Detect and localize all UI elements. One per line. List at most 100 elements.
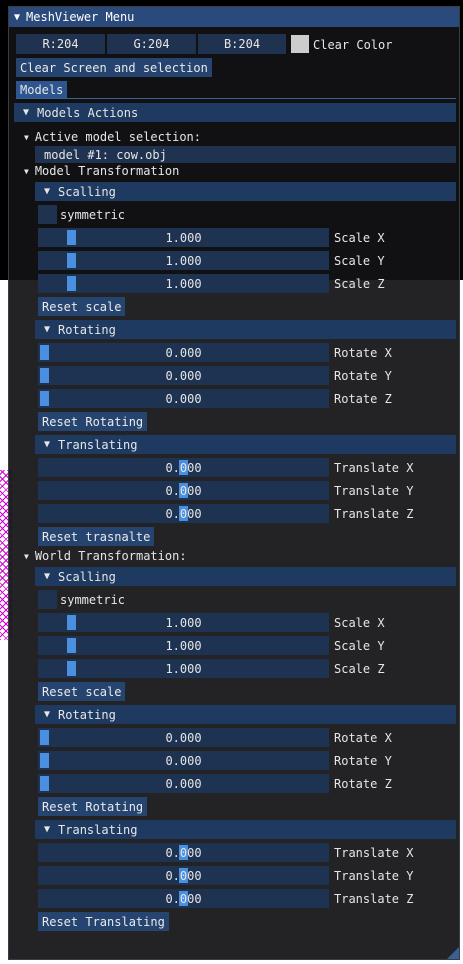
active-model-select[interactable]: model #1: cow.obj xyxy=(35,146,456,163)
model-translate-z-slider[interactable]: 0.000 xyxy=(38,504,329,523)
slider-value: 1.000 xyxy=(165,230,202,245)
world-translate-x-label: Translate X xyxy=(334,845,414,860)
clear-color-g-field[interactable]: G:204 xyxy=(107,34,196,54)
world-scale-y-slider[interactable]: 1.000 xyxy=(38,636,329,655)
slider-value: 0.000 xyxy=(165,391,202,406)
world-translate-x-slider[interactable]: 0.000 xyxy=(38,843,329,862)
collapse-triangle-icon[interactable]: ▼ xyxy=(44,439,50,450)
clear-color-label: Clear Color xyxy=(313,37,393,52)
slider-value: 1.000 xyxy=(165,661,202,676)
slider-value: 0.000 xyxy=(165,891,202,906)
model-scale-y-slider[interactable]: 1.000 xyxy=(38,251,329,270)
tab-separator xyxy=(16,98,456,99)
model-translate-y-slider[interactable]: 0.000 xyxy=(38,481,329,500)
model-translating-label: Translating xyxy=(58,437,138,452)
model-reset-scale-button[interactable]: Reset scale xyxy=(38,297,126,316)
world-reset-scale-button[interactable]: Reset scale xyxy=(38,682,126,701)
model-translate-z-label: Translate Z xyxy=(334,506,414,521)
clear-color-r-field[interactable]: R:204 xyxy=(16,34,105,54)
model-symmetric-checkbox[interactable] xyxy=(38,205,57,224)
model-rotate-y-slider[interactable]: 0.000 xyxy=(38,366,329,385)
models-actions-header[interactable]: ▼ Models Actions xyxy=(14,103,456,122)
world-translate-y-label: Translate Y xyxy=(334,868,414,883)
model-rotate-z-slider[interactable]: 0.000 xyxy=(38,389,329,408)
models-actions-label: Models Actions xyxy=(37,105,139,120)
model-rotating-header[interactable]: ▼ Rotating xyxy=(35,320,456,339)
window-titlebar[interactable]: ▼ MeshViewer Menu xyxy=(9,7,459,27)
collapse-triangle-icon[interactable]: ▼ xyxy=(14,12,20,23)
meshviewer-window: ▼ MeshViewer Menu R:204 G:204 B:204 Clea… xyxy=(8,6,460,960)
collapse-triangle-icon[interactable]: ▼ xyxy=(23,107,29,118)
model-rotate-z-label: Rotate Z xyxy=(334,391,392,406)
collapse-triangle-icon[interactable]: ▼ xyxy=(44,571,50,582)
collapse-triangle-icon[interactable]: ▼ xyxy=(44,324,50,335)
world-reset-rotating-button[interactable]: Reset Rotating xyxy=(38,797,148,816)
world-rotate-z-slider[interactable]: 0.000 xyxy=(38,774,329,793)
slider-value: 0.000 xyxy=(165,868,202,883)
model-reset-rotating-button[interactable]: Reset Rotating xyxy=(38,412,148,431)
tab-models[interactable]: Models xyxy=(16,81,68,98)
r-value: R:204 xyxy=(42,37,79,51)
clear-color-b-field[interactable]: B:204 xyxy=(198,34,286,54)
model-translate-x-slider[interactable]: 0.000 xyxy=(38,458,329,477)
world-scale-z-label: Scale Z xyxy=(334,661,385,676)
slider-value: 1.000 xyxy=(165,276,202,291)
slider-value: 0.000 xyxy=(165,753,202,768)
world-rotating-label: Rotating xyxy=(58,707,116,722)
collapse-triangle-icon[interactable]: ▼ xyxy=(44,709,50,720)
world-rotate-y-slider[interactable]: 0.000 xyxy=(38,751,329,770)
world-transformation-tree-node[interactable]: ▼ World Transformation: xyxy=(24,548,187,564)
collapse-triangle-icon[interactable]: ▼ xyxy=(24,552,29,561)
b-value: B:204 xyxy=(223,37,261,51)
active-model-label: Active model selection: xyxy=(34,130,201,144)
collapse-triangle-icon[interactable]: ▼ xyxy=(24,133,29,142)
clear-screen-button[interactable]: Clear Screen and selection xyxy=(16,58,212,77)
slider-value: 1.000 xyxy=(165,253,202,268)
model-scale-z-slider[interactable]: 1.000 xyxy=(38,274,329,293)
world-rotating-header[interactable]: ▼ Rotating xyxy=(35,705,456,724)
model-transformation-tree-node[interactable]: ▼ Model Transformation xyxy=(24,163,179,179)
model-translating-header[interactable]: ▼ Translating xyxy=(35,435,456,454)
world-translate-z-slider[interactable]: 0.000 xyxy=(38,889,329,908)
world-translating-label: Translating xyxy=(58,822,138,837)
collapse-triangle-icon[interactable]: ▼ xyxy=(44,824,50,835)
slider-value: 0.000 xyxy=(165,368,202,383)
slider-value: 0.000 xyxy=(165,460,202,475)
clear-color-swatch[interactable] xyxy=(291,35,309,53)
model-scale-x-slider[interactable]: 1.000 xyxy=(38,228,329,247)
world-scale-z-slider[interactable]: 1.000 xyxy=(38,659,329,678)
active-model-tree-node[interactable]: ▼ Active model selection: xyxy=(24,129,201,145)
world-reset-translating-button[interactable]: Reset Translating xyxy=(38,912,169,931)
world-scaling-label: Scalling xyxy=(58,569,116,584)
active-model-value: model #1: cow.obj xyxy=(44,147,167,162)
world-rotate-x-slider[interactable]: 0.000 xyxy=(38,728,329,747)
model-scale-z-label: Scale Z xyxy=(334,276,385,291)
slider-value: 0.000 xyxy=(165,506,202,521)
model-translate-y-label: Translate Y xyxy=(334,483,414,498)
model-rotating-label: Rotating xyxy=(58,322,116,337)
collapse-triangle-icon[interactable]: ▼ xyxy=(24,167,29,176)
world-scale-y-label: Scale Y xyxy=(334,638,385,653)
world-symmetric-checkbox[interactable] xyxy=(38,590,57,609)
world-scale-x-slider[interactable]: 1.000 xyxy=(38,613,329,632)
g-value: G:204 xyxy=(133,37,170,51)
slider-value: 1.000 xyxy=(165,615,202,630)
collapse-triangle-icon[interactable]: ▼ xyxy=(44,186,50,197)
model-reset-translate-button[interactable]: Reset trasnalte xyxy=(38,527,155,546)
world-translate-y-slider[interactable]: 0.000 xyxy=(38,866,329,885)
model-scaling-label: Scalling xyxy=(58,184,116,199)
model-transformation-label: Model Transformation xyxy=(34,164,180,178)
model-scaling-header[interactable]: ▼ Scalling xyxy=(35,182,456,201)
world-symmetric-label: symmetric xyxy=(60,592,126,607)
world-scaling-header[interactable]: ▼ Scalling xyxy=(35,567,456,586)
model-rotate-x-slider[interactable]: 0.000 xyxy=(38,343,329,362)
slider-value: 0.000 xyxy=(165,776,202,791)
window-resize-grip[interactable] xyxy=(447,947,459,959)
model-rotate-x-label: Rotate X xyxy=(334,345,392,360)
world-transformation-label: World Transformation: xyxy=(34,549,187,563)
world-scale-x-label: Scale X xyxy=(334,615,385,630)
world-rotate-z-label: Rotate Z xyxy=(334,776,392,791)
model-scale-x-label: Scale X xyxy=(334,230,385,245)
world-translating-header[interactable]: ▼ Translating xyxy=(35,820,456,839)
world-rotate-y-label: Rotate Y xyxy=(334,753,392,768)
